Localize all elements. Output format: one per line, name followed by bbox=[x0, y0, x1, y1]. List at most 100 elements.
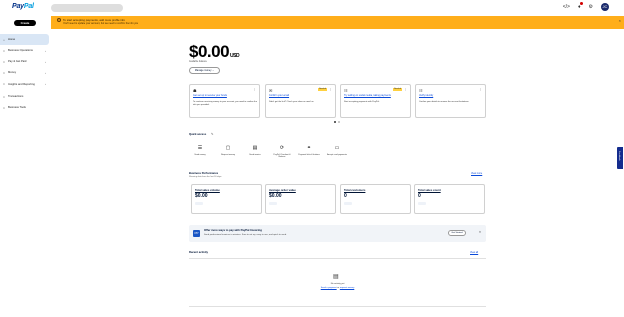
chevron-right-icon: › bbox=[45, 59, 46, 64]
pager-dot[interactable] bbox=[337, 121, 340, 123]
share-icon: ⟳ bbox=[279, 145, 285, 151]
metric-card[interactable]: Total sales volume $0.00 bbox=[191, 184, 262, 214]
quick-action-payment-links[interactable]: ⚭ Payment links & buttons bbox=[298, 143, 320, 156]
card-title[interactable]: Verify identity bbox=[419, 94, 483, 98]
cart-icon: ☷ bbox=[344, 88, 348, 93]
metric-label[interactable]: Total customers bbox=[344, 188, 365, 192]
more-icon[interactable]: ⋮ bbox=[329, 87, 332, 91]
more-icon[interactable]: ⋮ bbox=[479, 87, 482, 91]
get-started-button[interactable]: Get Started bbox=[448, 230, 466, 236]
available-balance-label: Available balance bbox=[189, 61, 207, 63]
top-bar: PayPal </> ♦ ⚙ JC bbox=[0, 0, 624, 16]
quick-action-send-money[interactable]: ☰ Send money bbox=[189, 143, 211, 156]
card-description: To continue receiving money to your acco… bbox=[193, 101, 257, 106]
view-more-link[interactable]: View more bbox=[471, 172, 482, 175]
chevron-right-icon: › bbox=[45, 82, 46, 86]
sidebar-item-pay-get-paid[interactable]: □ Pay & Get Paid › bbox=[0, 56, 49, 67]
invoicing-promo: PP Offer more ways to pay with PayPal In… bbox=[189, 225, 486, 242]
id-icon: ☷ bbox=[419, 88, 423, 93]
paypal-logo[interactable]: PayPal bbox=[12, 3, 34, 10]
metric-value: 0 bbox=[344, 193, 347, 199]
performance-subtitle: Showing data from the last 30 days bbox=[189, 176, 222, 178]
invoice-icon: ▤ bbox=[252, 145, 258, 151]
divider bbox=[189, 306, 486, 307]
manage-money-button[interactable]: Manage money ⌄ bbox=[189, 67, 220, 74]
task-card[interactable]: ☷ Needed ⋮ Try selling on social media, … bbox=[340, 84, 411, 118]
task-cards: ☗ ⋮ Get set up to receive your funds To … bbox=[189, 84, 486, 118]
bell-icon[interactable]: ♦ bbox=[578, 2, 583, 11]
card-description: Didn't get the link? Check your inbox or… bbox=[269, 101, 314, 103]
metric-card[interactable]: Total sales count 0 bbox=[414, 184, 485, 214]
sidebar-nav: ⌂ Home □ Business Operations › □ Pay & G… bbox=[0, 34, 49, 113]
status-badge: Needed bbox=[392, 88, 402, 91]
pager-dot[interactable] bbox=[334, 121, 336, 123]
send-payment-link[interactable]: Send a payment bbox=[321, 287, 337, 289]
metric-value: $0.00 bbox=[269, 193, 282, 199]
inbox-icon: ▢ bbox=[225, 145, 231, 151]
task-card[interactable]: ☗ ⋮ Get set up to receive your funds To … bbox=[189, 84, 260, 118]
close-icon[interactable]: × bbox=[479, 230, 481, 234]
metric-placeholder bbox=[418, 202, 426, 205]
gear-icon[interactable]: ⚙ bbox=[589, 3, 593, 11]
quick-action-send-invoice[interactable]: ▤ Send invoice bbox=[244, 143, 266, 156]
card-description: Start accepting payments with PayPal. bbox=[344, 101, 380, 103]
quick-access: ☰ Send money ▢ Request money ▤ Send invo… bbox=[189, 143, 357, 165]
top-right-controls: </> ♦ ⚙ JC bbox=[563, 2, 609, 11]
paypal-icon: PP bbox=[193, 230, 200, 237]
metric-label[interactable]: Average order value bbox=[269, 188, 296, 192]
avatar[interactable]: JC bbox=[601, 3, 609, 11]
metric-card[interactable]: Total customers 0 bbox=[340, 184, 411, 214]
link-icon: ⚭ bbox=[306, 145, 312, 151]
empty-state-links: Send a payment or request money bbox=[320, 287, 355, 289]
more-icon[interactable]: ⋮ bbox=[404, 87, 407, 91]
metric-value: $0.00 bbox=[195, 193, 208, 199]
quick-access-title: Quick access bbox=[189, 133, 207, 136]
notification-dot bbox=[579, 2, 583, 5]
performance-title: Business Performance bbox=[189, 172, 219, 175]
quick-action-request-money[interactable]: ▢ Request money bbox=[217, 143, 239, 156]
metric-value: 0 bbox=[418, 193, 421, 199]
sidebar: Create ⌂ Home □ Business Operations › □ … bbox=[0, 16, 51, 317]
create-button[interactable]: Create bbox=[14, 20, 36, 26]
sidebar-item-money[interactable]: □ Money › bbox=[0, 67, 49, 78]
sidebar-item-business-operations[interactable]: □ Business Operations › bbox=[0, 45, 49, 56]
view-all-link[interactable]: View all bbox=[470, 251, 478, 254]
bank-icon: ☗ bbox=[193, 88, 197, 93]
divider bbox=[189, 258, 486, 259]
promo-text: Send professional invoices in minutes. F… bbox=[204, 234, 287, 236]
empty-activity-icon: ▤ bbox=[333, 274, 339, 280]
card-title[interactable]: Get set up to receive your funds bbox=[193, 94, 257, 98]
search-bar[interactable] bbox=[51, 4, 123, 12]
request-money-link[interactable]: request money bbox=[340, 287, 354, 289]
metrics: Total sales volume $0.00 Average order v… bbox=[191, 184, 485, 214]
metric-card[interactable]: Average order value $0.00 bbox=[265, 184, 336, 214]
close-icon[interactable]: × bbox=[619, 18, 621, 23]
chevron-right-icon: › bbox=[45, 70, 46, 75]
task-card[interactable]: ✉ Needed ⋮ Confirm your email Didn't get… bbox=[265, 84, 336, 118]
card-title[interactable]: Try selling on social media, taking paym… bbox=[344, 94, 408, 98]
recent-activity-title: Recent activity bbox=[189, 251, 208, 254]
sidebar-item-insights[interactable]: □ Insights and Reporting › bbox=[0, 78, 49, 91]
balance-amount: $0.00USD bbox=[189, 42, 240, 61]
chevron-right-icon: › bbox=[45, 48, 46, 53]
status-badge: Needed bbox=[317, 88, 327, 91]
sidebar-item-home[interactable]: ⌂ Home bbox=[0, 34, 49, 45]
warning-banner: ! To start accepting payments, add more … bbox=[51, 16, 624, 29]
sidebar-item-business-tools[interactable]: □ Business Tools bbox=[0, 102, 49, 113]
metric-label[interactable]: Total sales count bbox=[418, 188, 441, 192]
card-title[interactable]: Confirm your email bbox=[269, 94, 333, 98]
quick-action-checkout[interactable]: ⟳ PayPal Checkout & Buttons bbox=[271, 143, 293, 159]
metric-label[interactable]: Total sales volume bbox=[195, 188, 220, 192]
feedback-tab[interactable]: Feedback bbox=[617, 147, 623, 169]
metric-placeholder bbox=[344, 202, 352, 205]
banner-text: You'll need to update your account, but … bbox=[63, 22, 139, 25]
quick-action-card-payments[interactable]: ▭ Accept card payments bbox=[326, 143, 348, 156]
card-description: Confirm your details to remove the accou… bbox=[419, 101, 470, 103]
task-card[interactable]: ☷ ⋮ Verify identity Confirm your details… bbox=[415, 84, 486, 118]
carousel-pager[interactable] bbox=[334, 121, 340, 123]
code-icon[interactable]: </> bbox=[563, 3, 570, 11]
more-icon[interactable]: ⋮ bbox=[253, 87, 256, 91]
pencil-icon[interactable]: ✎ bbox=[211, 132, 214, 136]
metric-placeholder bbox=[269, 202, 277, 205]
sidebar-item-transactions[interactable]: □ Transactions bbox=[0, 91, 49, 102]
